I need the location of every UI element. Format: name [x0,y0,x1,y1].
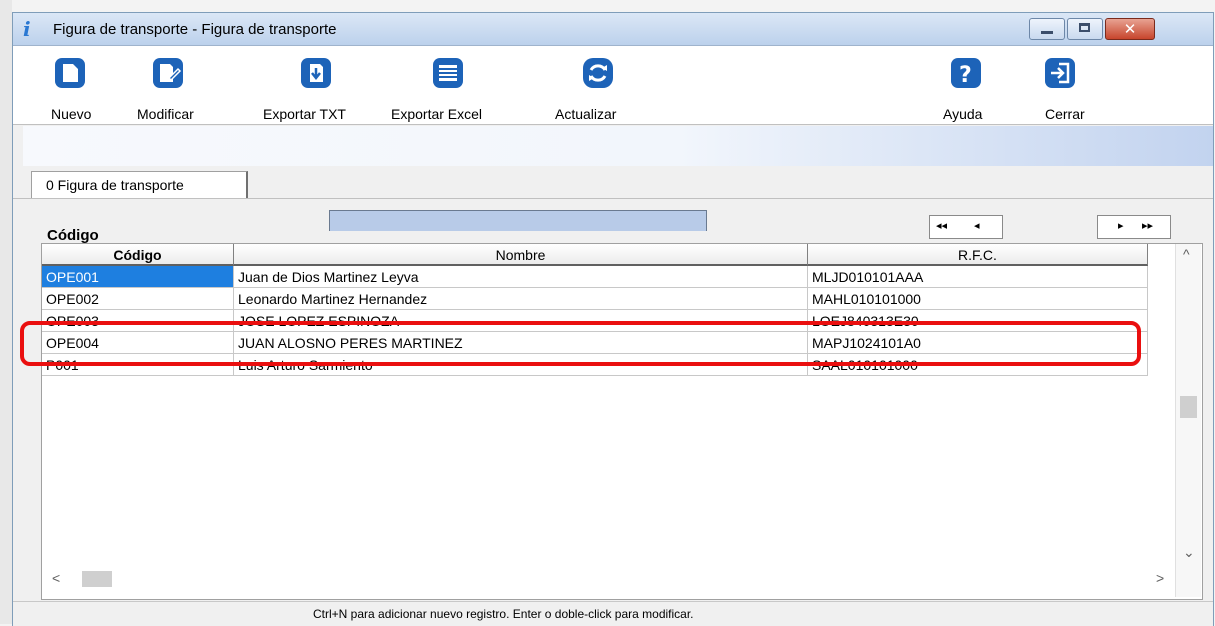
status-bar: Ctrl+N para adicionar nuevo registro. En… [13,601,1213,626]
column-header-nombre[interactable]: Nombre [234,244,808,266]
tab-figura-de-transporte[interactable]: 0 Figura de transporte [31,171,248,198]
scroll-left-arrow[interactable]: < [52,570,60,586]
column-header-codigo[interactable]: Código [42,244,234,266]
actualizar-label: Actualizar [555,106,617,122]
status-text: Ctrl+N para adicionar nuevo registro. En… [313,607,694,621]
nuevo-label: Nuevo [51,106,92,122]
background-window-edge [0,0,12,624]
data-table: Código Nombre R.F.C. OPE001 Juan de Dios… [41,243,1203,600]
cell-codigo[interactable]: OPE001 [42,266,234,288]
cerrar-button[interactable]: Cerrar [1033,46,1103,124]
last-record-button[interactable]: ▸▸ [1142,219,1153,232]
svg-text:?: ? [959,63,972,88]
close-icon: ✕ [1123,20,1137,38]
scroll-down-arrow[interactable]: ⌄ [1183,544,1195,561]
exportar-txt-label: Exportar TXT [263,106,346,122]
cell-nombre[interactable]: Juan de Dios Martinez Leyva [234,266,808,288]
actualizar-button[interactable]: Actualizar [553,46,653,124]
main-window: i Figura de transporte - Figura de trans… [12,12,1214,626]
toolbar: Nuevo Modificar Exportar TXT Exportar Ex… [13,46,1213,125]
window-title: Figura de transporte - Figura de transpo… [53,21,337,38]
minimize-button[interactable] [1029,18,1065,40]
cell-rfc[interactable]: MAHL010101000 [808,288,1148,310]
export-txt-icon [301,58,331,88]
nav-next-last: ▸ ▸▸ [1097,215,1171,239]
maximize-button[interactable] [1067,18,1103,40]
app-info-icon: i [23,17,31,41]
close-window-button[interactable]: ✕ [1105,18,1155,40]
cell-rfc[interactable]: MLJD010101AAA [808,266,1148,288]
prev-record-button[interactable]: ◂ [974,219,980,232]
codigo-filter-label: Código [47,227,99,244]
scroll-up-arrow[interactable]: ^ [1183,246,1190,262]
vertical-scroll-thumb[interactable] [1180,396,1197,418]
ayuda-label: Ayuda [943,106,983,122]
new-document-icon [55,58,85,88]
next-record-button[interactable]: ▸ [1118,219,1124,232]
title-bar: i Figura de transporte - Figura de trans… [13,13,1213,46]
modificar-label: Modificar [137,106,194,122]
ayuda-button[interactable]: ? Ayuda [935,46,1005,124]
row-highlight-annotation [20,321,1141,366]
vertical-scrollbar[interactable]: ^ ⌄ [1175,244,1201,597]
refresh-icon [583,58,613,88]
tab-label: 0 Figura de transporte [46,177,184,193]
nuevo-button[interactable]: Nuevo [33,46,103,124]
tab-panel: Código ◂◂ ◂ ▸ ▸▸ Código Nombre R.F.C. OP… [13,198,1213,601]
help-icon: ? [951,58,981,88]
maximize-icon [1079,23,1090,32]
minimize-icon [1041,31,1053,34]
exportar-excel-label: Exportar Excel [391,106,483,122]
column-header-rfc[interactable]: R.F.C. [808,244,1148,266]
edit-document-icon [153,58,183,88]
scroll-right-arrow[interactable]: > [1156,570,1164,586]
horizontal-scroll-thumb[interactable] [82,571,112,587]
cell-nombre[interactable]: Leonardo Martinez Hernandez [234,288,808,310]
cerrar-label: Cerrar [1045,106,1085,122]
exportar-excel-button[interactable]: Exportar Excel [391,46,511,124]
cell-codigo[interactable]: OPE002 [42,288,234,310]
exportar-txt-button[interactable]: Exportar TXT [263,46,383,124]
exit-door-icon [1045,58,1075,88]
first-record-button[interactable]: ◂◂ [936,219,947,232]
export-excel-icon [433,58,463,88]
modificar-button[interactable]: Modificar [117,46,207,124]
nav-first-prev: ◂◂ ◂ [929,215,1003,239]
codigo-filter-input[interactable] [329,210,707,231]
info-strip [23,126,1213,166]
